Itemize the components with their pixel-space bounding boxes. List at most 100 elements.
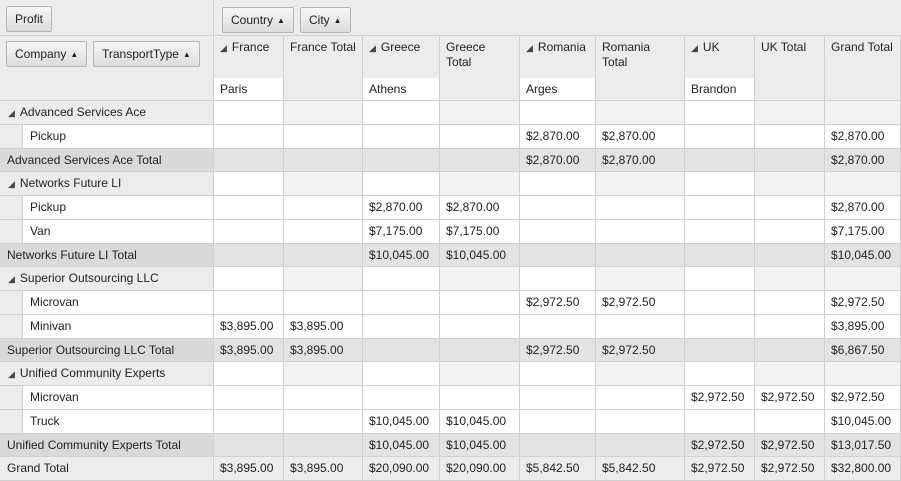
data-cell xyxy=(520,172,596,196)
data-cell xyxy=(755,172,825,196)
data-cell xyxy=(284,410,363,434)
data-cell xyxy=(520,244,596,267)
collapse-icon[interactable]: ◢ xyxy=(369,43,376,53)
data-cell xyxy=(284,267,363,291)
column-header: Romania Total xyxy=(596,36,685,101)
data-cell: $2,870.00 xyxy=(596,125,685,149)
data-cell xyxy=(284,362,363,386)
data-cell: $10,045.00 xyxy=(363,434,440,457)
data-cell: $7,175.00 xyxy=(363,220,440,244)
group-row-header[interactable]: ◢ Superior Outsourcing LLC xyxy=(0,267,214,291)
city-column-field[interactable]: City ▲ xyxy=(300,7,351,33)
column-header: France Total xyxy=(284,36,363,101)
collapse-icon[interactable]: ◢ xyxy=(526,43,533,53)
data-cell xyxy=(440,267,520,291)
data-cell xyxy=(755,244,825,267)
column-header[interactable]: ◢ Romania xyxy=(520,36,596,78)
data-cell xyxy=(685,291,755,315)
data-cell: $3,895.00 xyxy=(284,315,363,339)
collapse-icon[interactable]: ◢ xyxy=(8,179,15,189)
city-header: Arges xyxy=(520,78,596,101)
data-cell xyxy=(755,196,825,220)
sort-asc-icon: ▲ xyxy=(182,50,191,59)
data-cell: $2,972.50 xyxy=(755,457,825,481)
row-header: Truck xyxy=(22,410,214,434)
column-header-label: France Total xyxy=(290,40,356,54)
data-cell: $2,870.00 xyxy=(520,149,596,172)
data-cell xyxy=(284,149,363,172)
data-cell xyxy=(284,196,363,220)
row-header-label: Advanced Services Ace Total xyxy=(7,153,162,167)
data-cell xyxy=(755,291,825,315)
column-header[interactable]: ◢ Greece xyxy=(363,36,440,78)
collapse-icon[interactable]: ◢ xyxy=(220,43,227,53)
profit-data-field[interactable]: Profit xyxy=(6,6,53,32)
row-indent xyxy=(0,386,22,410)
data-cell xyxy=(214,125,284,149)
data-cell xyxy=(284,291,363,315)
row-header-label: Grand Total xyxy=(7,461,69,475)
data-cell xyxy=(284,434,363,457)
data-cell xyxy=(596,362,685,386)
column-header[interactable]: ◢ UK xyxy=(685,36,755,78)
data-cell xyxy=(755,339,825,362)
data-cell xyxy=(214,244,284,267)
data-cell: $2,972.50 xyxy=(755,434,825,457)
data-cell: $2,972.50 xyxy=(596,339,685,362)
data-cell: $7,175.00 xyxy=(440,220,520,244)
company-row-field[interactable]: Company ▲ xyxy=(6,41,88,67)
group-row-header[interactable]: ◢ Unified Community Experts xyxy=(0,362,214,386)
row-indent xyxy=(0,220,22,244)
data-cell xyxy=(363,172,440,196)
data-cell xyxy=(520,220,596,244)
data-cell: $2,870.00 xyxy=(440,196,520,220)
data-cell xyxy=(825,101,901,125)
data-cell xyxy=(363,386,440,410)
data-cell xyxy=(214,149,284,172)
data-cell: $10,045.00 xyxy=(440,410,520,434)
data-cell xyxy=(596,196,685,220)
data-cell: $2,870.00 xyxy=(825,125,901,149)
data-cell: $13,017.50 xyxy=(825,434,901,457)
row-indent xyxy=(0,410,22,434)
data-cell: $2,972.50 xyxy=(520,291,596,315)
data-cell xyxy=(214,267,284,291)
data-cell: $3,895.00 xyxy=(214,457,284,481)
data-cell: $3,895.00 xyxy=(284,457,363,481)
data-cell xyxy=(596,386,685,410)
profit-data-field-label: Profit xyxy=(15,12,44,26)
data-cell xyxy=(596,172,685,196)
data-cell: $2,972.50 xyxy=(825,386,901,410)
country-column-field-label: Country xyxy=(231,13,274,27)
group-row-header[interactable]: ◢ Networks Future LI xyxy=(0,172,214,196)
data-cell: $3,895.00 xyxy=(825,315,901,339)
country-column-field[interactable]: Country ▲ xyxy=(222,7,294,33)
data-cell xyxy=(825,267,901,291)
collapse-icon[interactable]: ◢ xyxy=(8,108,15,118)
collapse-icon[interactable]: ◢ xyxy=(8,274,15,284)
data-cell: $2,870.00 xyxy=(520,125,596,149)
data-cell xyxy=(214,220,284,244)
column-header-label: Greece Total xyxy=(446,40,486,69)
collapse-icon[interactable]: ◢ xyxy=(691,43,698,53)
row-header-label: Networks Future LI Total xyxy=(7,248,137,262)
data-cell xyxy=(363,267,440,291)
column-header: Grand Total xyxy=(825,36,901,101)
group-row-header[interactable]: ◢ Advanced Services Ace xyxy=(0,101,214,125)
total-row-header: Networks Future LI Total xyxy=(0,244,214,267)
data-cell xyxy=(685,362,755,386)
data-cell xyxy=(685,315,755,339)
row-indent xyxy=(0,315,22,339)
row-header: Microvan xyxy=(22,386,214,410)
column-header-label: UK xyxy=(702,40,720,54)
column-header[interactable]: ◢ France xyxy=(214,36,284,78)
data-cell: $2,972.50 xyxy=(685,457,755,481)
data-cell xyxy=(214,386,284,410)
data-cell xyxy=(685,149,755,172)
sort-asc-icon: ▲ xyxy=(70,50,79,59)
row-header: Van xyxy=(22,220,214,244)
data-cell xyxy=(520,267,596,291)
transporttype-row-field[interactable]: TransportType ▲ xyxy=(93,41,200,67)
data-cell xyxy=(363,291,440,315)
collapse-icon[interactable]: ◢ xyxy=(8,369,15,379)
